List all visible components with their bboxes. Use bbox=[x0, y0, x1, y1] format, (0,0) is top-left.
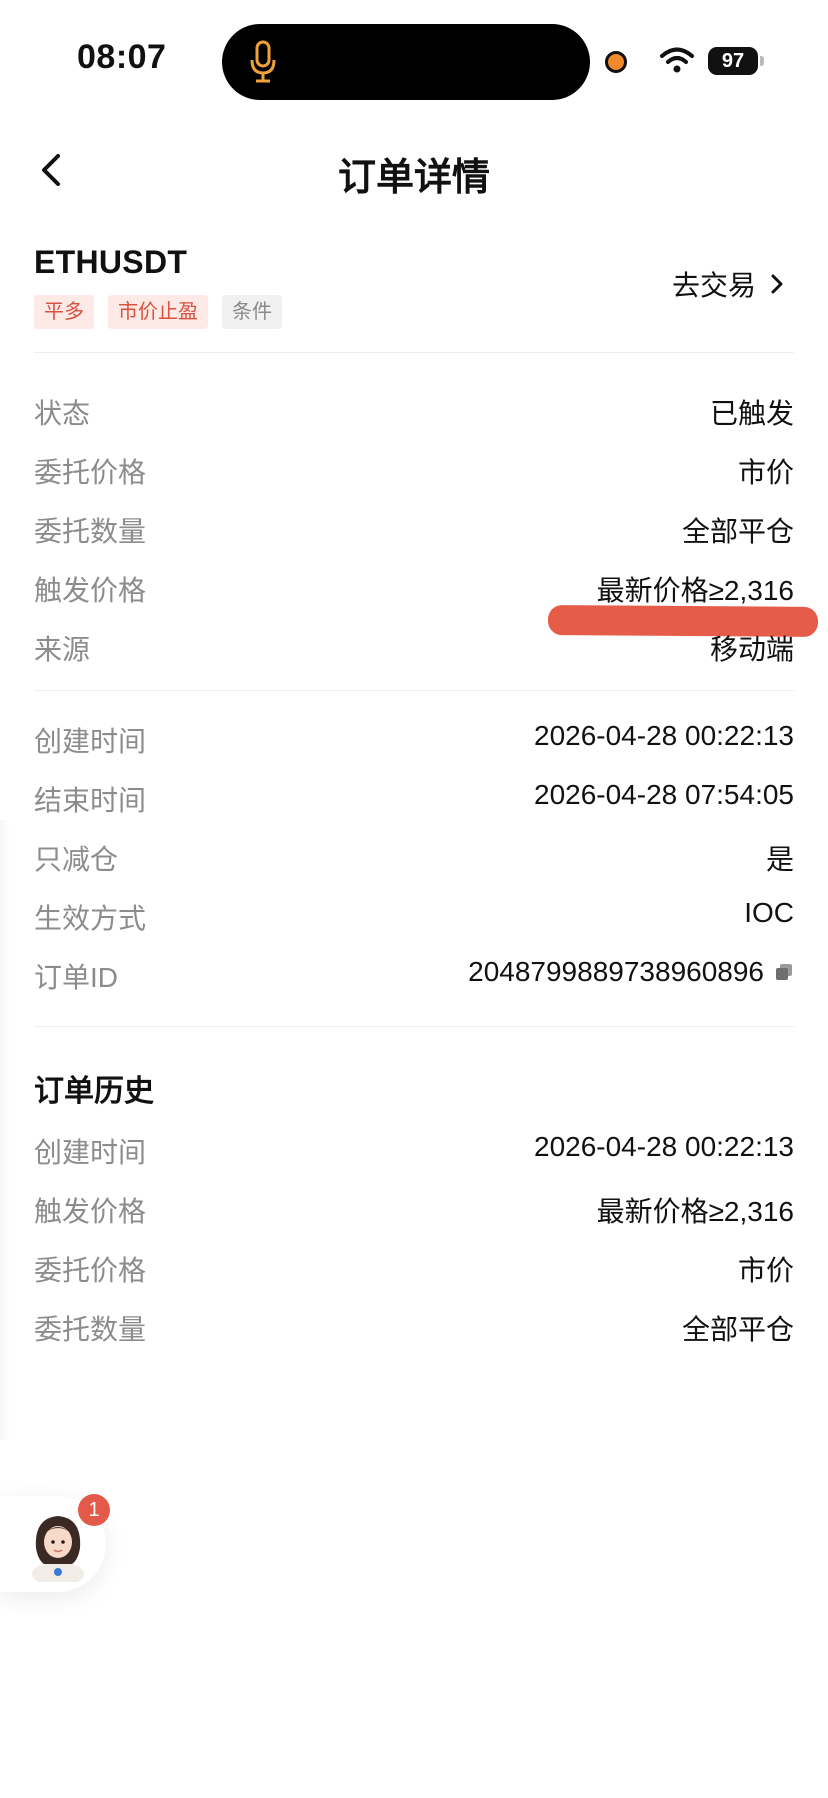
order-qty-value: 全部平仓 bbox=[681, 516, 794, 547]
dynamic-island bbox=[222, 24, 590, 100]
history-value: 市价 bbox=[738, 1249, 794, 1289]
history-row-created: 创建时间 2026-04-28 00:22:13 bbox=[34, 1131, 794, 1171]
nav-bar: 订单详情 bbox=[0, 130, 828, 210]
copy-icon[interactable] bbox=[774, 962, 794, 982]
info-value: 2048799889738960896 bbox=[468, 956, 794, 988]
detail-row-source: 来源 移动端 bbox=[34, 628, 794, 668]
detail-value: 全部平仓 bbox=[682, 510, 794, 550]
detail-value: 最新价格≥2,316 bbox=[597, 569, 794, 609]
info-label: 创建时间 bbox=[34, 726, 147, 757]
notification-badge: 1 bbox=[78, 1494, 110, 1526]
go-trade-link[interactable]: 去交易 bbox=[672, 264, 784, 304]
detail-value: 移动端 bbox=[710, 628, 794, 668]
divider bbox=[34, 1026, 794, 1027]
order-history-title: 订单历史 bbox=[34, 1075, 154, 1108]
recording-indicator-icon bbox=[605, 51, 627, 73]
wifi-icon bbox=[660, 47, 694, 73]
divider bbox=[34, 352, 794, 353]
history-created-value: 2026-04-28 00:22:13 bbox=[534, 1131, 794, 1162]
tag-side: 平多 bbox=[34, 295, 94, 329]
history-row-order-qty: 委托数量 全部平仓 bbox=[34, 1308, 794, 1348]
info-row-ended: 结束时间 2026-04-28 07:54:05 bbox=[34, 779, 794, 819]
info-row-time-in-force: 生效方式 IOC bbox=[34, 897, 794, 937]
source-value: 移动端 bbox=[709, 634, 794, 665]
detail-label: 触发价格 bbox=[34, 575, 147, 606]
history-value: 全部平仓 bbox=[682, 1308, 794, 1348]
info-label: 只减仓 bbox=[34, 844, 119, 875]
history-label: 委托价格 bbox=[34, 1255, 147, 1286]
detail-label: 来源 bbox=[34, 634, 91, 665]
edge-shadow bbox=[0, 820, 10, 1440]
history-label: 创建时间 bbox=[34, 1137, 147, 1168]
reduce-only-value: 是 bbox=[765, 844, 794, 875]
detail-row-trigger-price: 触发价格 最新价格≥2,316 bbox=[34, 569, 794, 609]
info-row-created: 创建时间 2026-04-28 00:22:13 bbox=[34, 720, 794, 760]
detail-value: 已触发 bbox=[710, 392, 794, 432]
info-value: 2026-04-28 07:54:05 bbox=[534, 779, 794, 811]
info-label: 生效方式 bbox=[34, 903, 147, 934]
info-row-order-id: 订单ID 2048799889738960896 bbox=[34, 956, 794, 996]
history-label: 触发价格 bbox=[34, 1196, 147, 1227]
detail-value: 市价 bbox=[738, 451, 794, 491]
page-title: 订单详情 bbox=[337, 157, 490, 199]
history-order-price-value: 市价 bbox=[737, 1255, 794, 1286]
status-time: 08:07 bbox=[77, 38, 167, 76]
detail-row-order-qty: 委托数量 全部平仓 bbox=[34, 510, 794, 550]
history-value: 2026-04-28 00:22:13 bbox=[534, 1131, 794, 1163]
history-row-trigger-price: 触发价格 最新价格≥2,316 bbox=[34, 1190, 794, 1230]
order-id-value: 2048799889738960896 bbox=[468, 956, 764, 987]
info-row-reduce-only: 只减仓 是 bbox=[34, 838, 794, 878]
chevron-right-icon bbox=[771, 274, 783, 294]
detail-label: 委托价格 bbox=[34, 457, 147, 488]
history-order-qty-value: 全部平仓 bbox=[681, 1314, 794, 1345]
detail-row-status: 状态 已触发 bbox=[34, 392, 794, 432]
order-price-value: 市价 bbox=[737, 457, 794, 488]
time-in-force-value: IOC bbox=[744, 897, 794, 928]
history-label: 委托数量 bbox=[34, 1314, 147, 1345]
detail-label: 状态 bbox=[34, 398, 91, 429]
end-time-value: 2026-04-28 07:54:05 bbox=[534, 779, 794, 810]
info-value: IOC bbox=[744, 897, 794, 929]
info-value: 2026-04-28 00:22:13 bbox=[534, 720, 794, 752]
battery-icon: 97 bbox=[708, 47, 758, 75]
history-row-order-price: 委托价格 市价 bbox=[34, 1249, 794, 1289]
tag-condition: 条件 bbox=[222, 295, 282, 329]
created-time-value: 2026-04-28 00:22:13 bbox=[534, 720, 794, 751]
detail-row-order-price: 委托价格 市价 bbox=[34, 451, 794, 491]
info-value: 是 bbox=[766, 838, 794, 878]
trigger-price-value: 最新价格≥2,316 bbox=[596, 575, 794, 606]
info-label: 结束时间 bbox=[34, 785, 147, 816]
info-label: 订单ID bbox=[34, 962, 119, 993]
divider bbox=[34, 690, 794, 691]
detail-label: 委托数量 bbox=[34, 516, 147, 547]
history-trigger-value: 最新价格≥2,316 bbox=[596, 1196, 794, 1227]
status-value: 已触发 bbox=[709, 398, 794, 429]
microphone-icon bbox=[250, 40, 276, 83]
battery-tip bbox=[760, 56, 764, 66]
tag-order-type: 市价止盈 bbox=[108, 295, 208, 329]
status-bar: 08:07 97 bbox=[0, 0, 828, 110]
history-value: 最新价格≥2,316 bbox=[597, 1190, 794, 1230]
go-trade-label: 去交易 bbox=[671, 270, 756, 301]
